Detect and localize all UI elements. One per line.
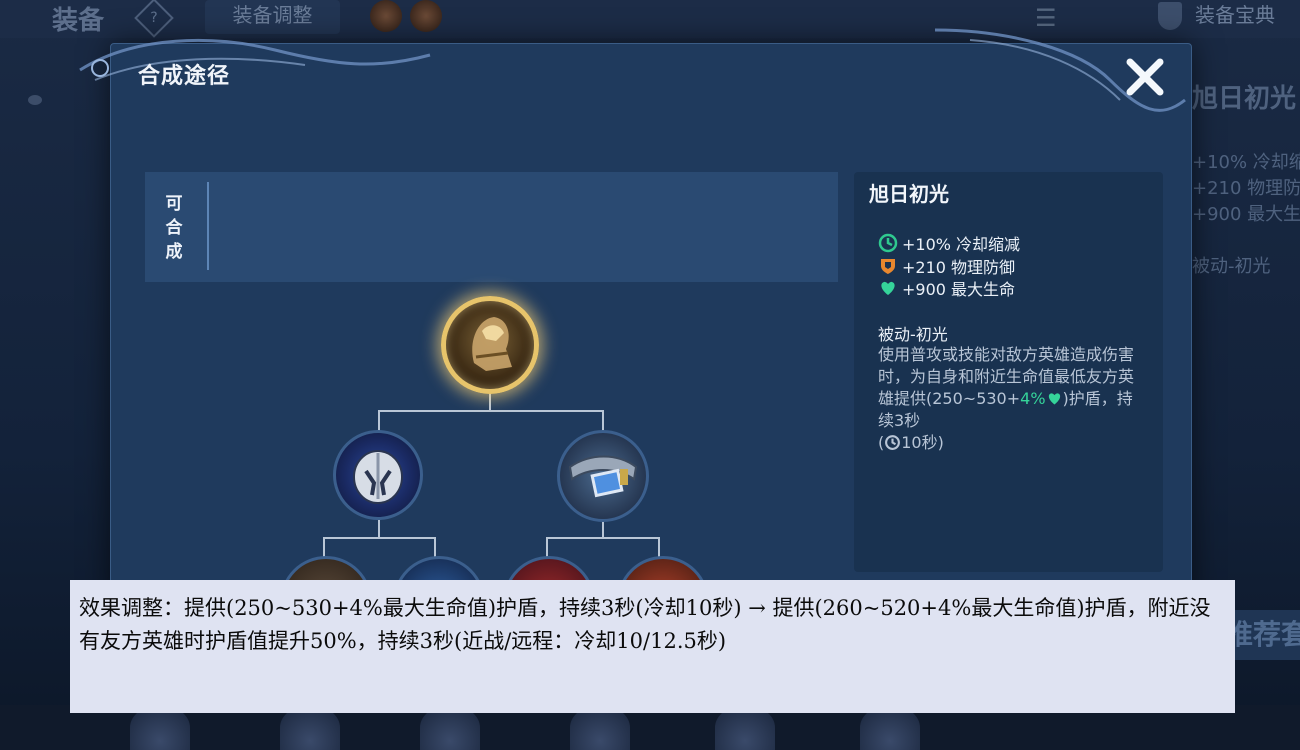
equipment-adjust-tab[interactable]: 装备调整 bbox=[205, 0, 340, 34]
guide-book-icon[interactable] bbox=[1158, 2, 1182, 30]
cooldown-icon bbox=[885, 435, 901, 450]
equipment-title: 装备 bbox=[52, 6, 105, 36]
help-icon[interactable]: ? bbox=[134, 0, 174, 38]
tree-connector bbox=[489, 392, 491, 410]
tree-connector bbox=[378, 520, 380, 537]
bg-stat-line: +10% 冷却缩 bbox=[1192, 152, 1300, 173]
bg-stat-line: +210 物理防御 bbox=[1192, 178, 1300, 199]
tree-connector bbox=[602, 410, 604, 432]
close-button[interactable] bbox=[1120, 52, 1170, 102]
component-belt-icon[interactable] bbox=[557, 430, 649, 522]
hero-avatar-2[interactable] bbox=[410, 0, 442, 32]
cooldown-icon bbox=[878, 233, 898, 253]
modal-title: 合成途径 bbox=[138, 64, 231, 89]
item-name: 旭日初光 bbox=[869, 182, 949, 206]
eye-icon[interactable] bbox=[28, 95, 42, 105]
helmet-icon bbox=[353, 450, 403, 504]
hero-avatar-1[interactable] bbox=[370, 0, 402, 32]
patch-note-caption: 效果调整：提供(250~530+4%最大生命值)护盾，持续3秒(冷却10秒) →… bbox=[70, 580, 1235, 713]
health-icon bbox=[1048, 393, 1060, 405]
bg-passive-title: 被动-初光 bbox=[1192, 256, 1271, 277]
top-bar: 装备 ? 装备调整 ☰ 装备宝典 bbox=[0, 0, 1300, 38]
stat-armor: +210 物理防御 bbox=[878, 255, 1015, 277]
stat-health: +900 最大生命 bbox=[878, 277, 1015, 299]
armor-figure-icon bbox=[472, 317, 512, 371]
tree-connector bbox=[378, 410, 380, 432]
stat-cooldown: +10% 冷却缩减 bbox=[878, 232, 1020, 254]
recommend-set-button[interactable]: 推荐套 bbox=[1225, 610, 1300, 660]
close-icon bbox=[1126, 58, 1164, 96]
tree-connector bbox=[378, 410, 604, 412]
bg-stat-line: +900 最大生 bbox=[1192, 204, 1300, 225]
main-item-icon[interactable] bbox=[441, 296, 539, 394]
composable-panel bbox=[145, 172, 838, 282]
equipment-guide-link[interactable]: 装备宝典 bbox=[1195, 0, 1275, 30]
menu-icon[interactable]: ☰ bbox=[1035, 4, 1057, 32]
belt-icon bbox=[568, 455, 638, 498]
composable-label: 可合成 bbox=[165, 194, 183, 262]
health-icon bbox=[881, 281, 895, 295]
tree-connector bbox=[546, 537, 660, 539]
bg-item-title: 旭日初光 bbox=[1192, 84, 1297, 114]
tree-connector bbox=[602, 522, 604, 537]
composable-divider bbox=[207, 182, 209, 270]
component-helmet-icon[interactable] bbox=[333, 430, 423, 520]
passive-title: 被动-初光 bbox=[878, 325, 948, 344]
left-side-panel bbox=[0, 60, 110, 600]
tree-connector bbox=[323, 537, 436, 539]
armor-icon bbox=[881, 259, 895, 274]
passive-description: 使用普攻或技能对敌方英雄造成伤害时，为自身和附近生命值最低友方英雄提供(250~… bbox=[878, 345, 1135, 452]
